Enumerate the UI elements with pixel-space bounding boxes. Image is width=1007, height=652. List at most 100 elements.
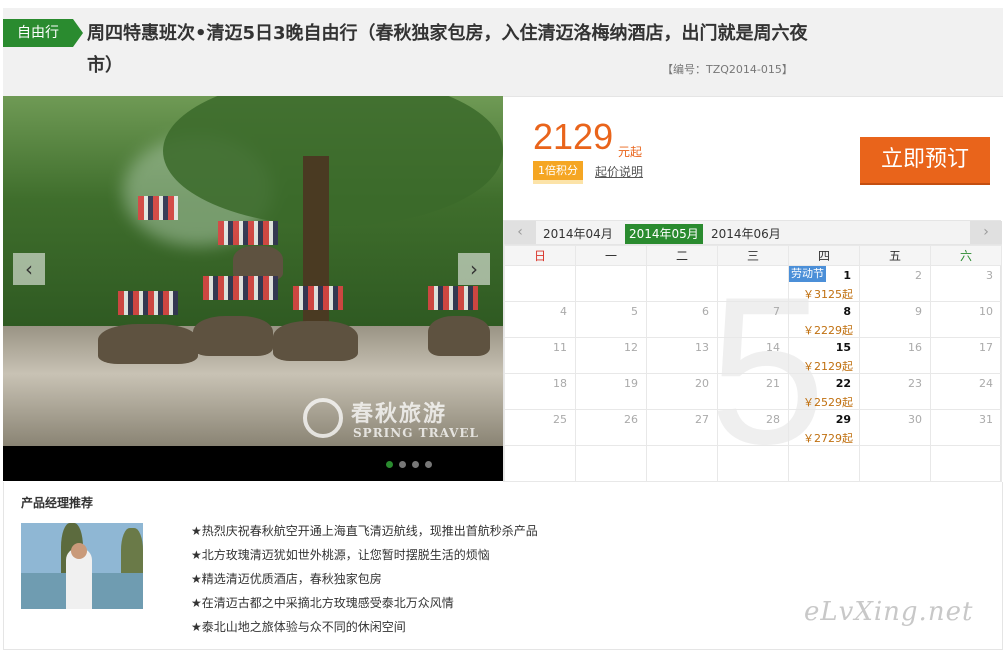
day-number: 25 — [553, 413, 567, 426]
weekday-header: 六 — [930, 245, 1002, 266]
day-number: 24 — [979, 377, 993, 390]
day-number: 18 — [553, 377, 567, 390]
weekday-header: 二 — [646, 245, 718, 266]
calendar-day: 25 — [504, 409, 576, 446]
recommendation-list: ★热烈庆祝春秋航空开通上海直飞清迈航线，现推出首航秒杀产品 ★北方玫瑰清迈犹如世外… — [191, 519, 538, 639]
calendar-day: 11 — [504, 337, 576, 374]
photo-riders — [138, 196, 178, 220]
gallery-next-button[interactable]: › — [458, 253, 490, 285]
day-number: 6 — [702, 305, 709, 318]
spring-travel-logo-icon — [303, 398, 343, 438]
calendar-day: 6 — [646, 301, 718, 338]
gallery-dot[interactable] — [399, 461, 406, 468]
calendar-day: 21 — [717, 373, 789, 410]
day-number: 2 — [915, 269, 922, 282]
day-number: 7 — [773, 305, 780, 318]
calendar-day: 19 — [575, 373, 647, 410]
photo-person-head — [71, 543, 87, 559]
day-number: 1 — [843, 269, 851, 282]
calendar-day-available[interactable]: 15 ￥2129起 — [788, 337, 860, 374]
calendar-prev-button[interactable]: ‹ — [504, 221, 536, 244]
calendar-week: 4 5 6 7 8 ￥2229起 9 10 — [504, 301, 1002, 338]
points-badge: 1倍积分 — [533, 161, 583, 184]
weekday-header: 日 — [504, 245, 576, 266]
day-number: 22 — [835, 377, 851, 390]
calendar-week: 11 12 13 14 15 ￥2129起 16 17 — [504, 337, 1002, 374]
calendar-day: 23 — [859, 373, 931, 410]
calendar-day — [788, 445, 860, 482]
day-number: 31 — [979, 413, 993, 426]
day-price: ￥2129起 — [803, 360, 853, 373]
watermark-cn: 春秋旅游 — [351, 401, 448, 427]
price-explain-link[interactable]: 起价说明 — [595, 163, 643, 180]
photo-elephant — [428, 316, 490, 356]
gallery-dot[interactable] — [425, 461, 432, 468]
day-number: 10 — [979, 305, 993, 318]
calendar-day — [930, 445, 1002, 482]
calendar-day: 13 — [646, 337, 718, 374]
calendar-day — [646, 445, 718, 482]
price-panel: 2129 元起 1倍积分 起价说明 立即预订 — [503, 96, 1003, 220]
calendar-day-available[interactable]: 8 ￥2229起 — [788, 301, 860, 338]
product-type-tag: 自由行 — [3, 19, 83, 47]
gallery-dot[interactable] — [412, 461, 419, 468]
calendar-day — [646, 265, 718, 302]
weekday-header: 一 — [575, 245, 647, 266]
calendar-day: 16 — [859, 337, 931, 374]
site-watermark: eLvXing.net — [804, 597, 974, 627]
day-number: 5 — [631, 305, 638, 318]
calendar-day-available[interactable]: 22 ￥2529起 — [788, 373, 860, 410]
weekday-header: 五 — [859, 245, 931, 266]
calendar-day: 14 — [717, 337, 789, 374]
calendar-day — [575, 445, 647, 482]
day-number: 17 — [979, 341, 993, 354]
weekday-header: 四 — [788, 245, 860, 266]
calendar-day: 9 — [859, 301, 931, 338]
calendar-day-available[interactable]: 29 ￥2729起 — [788, 409, 860, 446]
day-number: 14 — [766, 341, 780, 354]
product-code: 【编号：TZQ2014-015】 — [662, 63, 793, 76]
manager-photo — [21, 523, 143, 609]
calendar-day — [504, 445, 576, 482]
photo-elephant — [233, 246, 283, 280]
photo-riders — [428, 286, 478, 310]
month-tab[interactable]: 2014年06月 — [707, 224, 785, 244]
holiday-badge: 劳动节 — [789, 266, 826, 282]
month-tab[interactable]: 2014年04月 — [539, 224, 617, 244]
calendar-day: 24 — [930, 373, 1002, 410]
day-price: ￥2529起 — [803, 396, 853, 409]
price-value: 2129 — [533, 116, 614, 157]
calendar-day-available[interactable]: 劳动节 1 ￥3125起 — [788, 265, 860, 302]
day-number: 29 — [835, 413, 851, 426]
watermark-en: SPRING TRAVEL — [353, 426, 479, 440]
book-now-button[interactable]: 立即预订 — [860, 137, 990, 183]
calendar-day — [717, 445, 789, 482]
day-number: 30 — [908, 413, 922, 426]
day-number: 20 — [695, 377, 709, 390]
photo-riders — [218, 221, 278, 245]
day-number: 27 — [695, 413, 709, 426]
calendar-next-button[interactable]: › — [970, 221, 1002, 244]
calendar-day: 2 — [859, 265, 931, 302]
day-number: 8 — [843, 305, 851, 318]
price-unit: 元起 — [618, 145, 643, 159]
gallery-dot[interactable] — [386, 461, 393, 468]
recommendation-item: ★泰北山地之旅体验与众不同的休闲空间 — [191, 620, 406, 634]
day-price: ￥2729起 — [803, 432, 853, 445]
calendar-week: 18 19 20 21 22 ￥2529起 23 24 — [504, 373, 1002, 410]
day-number: 28 — [766, 413, 780, 426]
calendar-month-bar: ‹ 2014年04月 2014年05月 2014年06月 › — [504, 221, 1002, 245]
calendar-day: 31 — [930, 409, 1002, 446]
month-tab[interactable]: 2014年05月 — [625, 224, 703, 244]
recommendation-item: ★热烈庆祝春秋航空开通上海直飞清迈航线，现推出首航秒杀产品 — [191, 524, 538, 538]
calendar-grid: 日一二三四五六 劳动节 1 ￥3125起 2 3 4 5 6 7 8 ￥2229起 9 10 11 12 13… — [504, 245, 1002, 482]
calendar-day: 12 — [575, 337, 647, 374]
calendar-day — [859, 445, 931, 482]
calendar-day: 26 — [575, 409, 647, 446]
gallery-prev-button[interactable]: ‹ — [13, 253, 45, 285]
calendar-day: 28 — [717, 409, 789, 446]
day-number: 16 — [908, 341, 922, 354]
calendar-day — [575, 265, 647, 302]
day-number: 4 — [560, 305, 567, 318]
calendar-day: 10 — [930, 301, 1002, 338]
